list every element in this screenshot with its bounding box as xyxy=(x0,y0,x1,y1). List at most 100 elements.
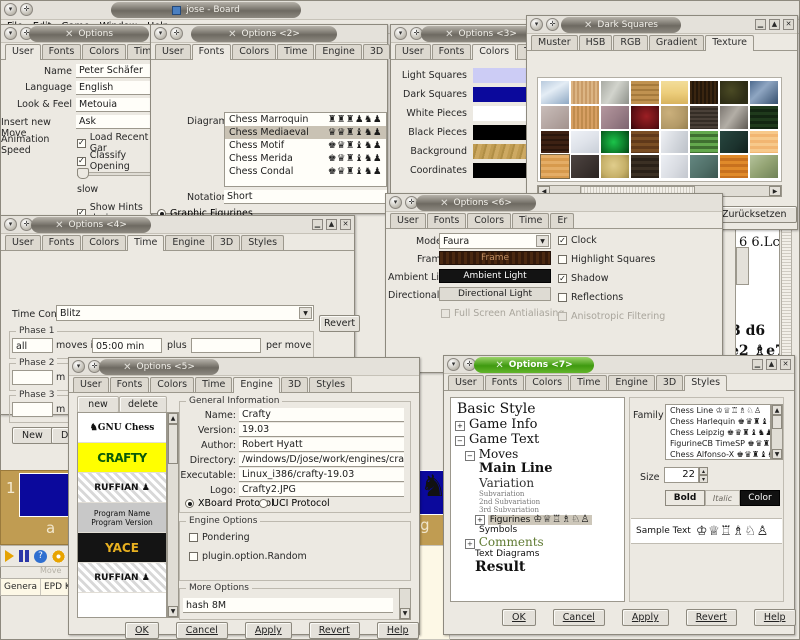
window-menu-icon[interactable]: ▾ xyxy=(4,3,17,16)
tree-node[interactable]: Variation xyxy=(453,476,622,490)
texture-swatch[interactable] xyxy=(660,130,689,154)
more-options-scrollbar[interactable]: ▼ xyxy=(399,588,411,620)
minimize-icon[interactable]: ▁ xyxy=(752,359,763,370)
options-styles-buttons[interactable]: OK Cancel Apply Revert Help xyxy=(502,609,796,626)
pondering-checkbox[interactable]: Pondering xyxy=(189,532,250,543)
engine-executable-field[interactable]: Linux_i386/crafty-19.03 xyxy=(239,468,404,482)
tree-node[interactable]: + Comments xyxy=(453,535,622,549)
black-pieces-swatch[interactable] xyxy=(473,125,533,140)
bold-button[interactable]: Bold xyxy=(665,490,705,506)
color-row[interactable]: Coordinates xyxy=(391,161,537,180)
tab-3d[interactable]: 3D xyxy=(212,235,241,250)
engine-scroll-thumb[interactable] xyxy=(168,424,178,464)
engine-name-field[interactable]: Crafty xyxy=(239,408,404,422)
list-item[interactable]: Chess Mediaeval ♛♛♜♝♞♟ xyxy=(225,126,386,139)
texture-swatch[interactable] xyxy=(690,105,719,129)
size-spinner[interactable]: 22 xyxy=(664,467,699,483)
texture-swatch[interactable] xyxy=(660,105,689,129)
scroll-up-icon[interactable]: ▲ xyxy=(772,405,782,415)
options-3d-window[interactable]: ▾ ✛ ✕ Options <6> User Fonts Colors Time… xyxy=(385,193,723,373)
tree-node[interactable]: + Game Info xyxy=(453,417,622,432)
list-item[interactable]: Chess Condal ♚♛♜♝♞♟ xyxy=(225,165,386,178)
color-row[interactable]: Light Squares xyxy=(391,66,537,85)
options-engine-tabs[interactable]: User Fonts Colors Time Engine 3D Styles xyxy=(69,376,419,393)
list-item[interactable]: Program Name Program Version xyxy=(78,503,166,533)
tab-user[interactable]: User xyxy=(448,375,484,390)
size-spinner-buttons[interactable]: ▴ ▾ xyxy=(699,467,708,483)
tab-time[interactable]: Time xyxy=(570,375,608,390)
dark-squares-tabs[interactable]: Muster HSB RGB Gradient Texture xyxy=(527,34,797,51)
tab-styles[interactable]: Styles xyxy=(684,375,728,391)
tab-time[interactable]: Time xyxy=(127,235,165,251)
texture-grid[interactable] xyxy=(537,77,782,182)
list-item[interactable]: Chess Leipzig ♚♛♜♝♞♟ xyxy=(666,427,770,438)
tree-node[interactable]: Text Diagrams xyxy=(453,549,622,559)
tab-colors[interactable]: Colors xyxy=(150,377,195,392)
texture-swatch[interactable] xyxy=(750,155,778,178)
tab-engine[interactable]: Engine xyxy=(165,235,212,250)
revert-button[interactable]: Revert xyxy=(308,622,360,639)
scroll-up-icon[interactable]: ▲ xyxy=(168,413,178,424)
engine-list[interactable]: ♞GNU Chess CRAFTY RUFFIAN ♟ Program Name… xyxy=(77,412,167,618)
options-user-titlebar[interactable]: ▾ ✛ ✕ Options xyxy=(1,25,151,43)
zuruecksetzen-button[interactable]: Zurücksetzen xyxy=(711,206,797,223)
texture-swatch[interactable] xyxy=(570,155,599,178)
board-dark-square[interactable] xyxy=(19,473,71,517)
dark-squares-titlebar-buttons[interactable]: ▾ ✛ xyxy=(530,18,559,31)
phase-1-moves-field[interactable]: all xyxy=(12,338,53,353)
tree-node[interactable]: − Game Text xyxy=(453,432,622,447)
tree-node[interactable]: 3rd Subvariation xyxy=(453,506,622,514)
tab-user[interactable]: User xyxy=(390,213,426,228)
options-engine-window[interactable]: ▾ ✛ ✕ Options <5> User Fonts Colors Time… xyxy=(68,357,420,639)
list-item[interactable]: Chess Motif ♚♛♜♝♞♟ xyxy=(225,139,386,152)
options-styles-titlebar[interactable]: ▾ ✛ ✕ Options <7> ▁ ▲ ✕ xyxy=(444,356,794,374)
tab-time[interactable]: Time xyxy=(512,213,550,228)
options-fonts-tabs[interactable]: User Fonts Colors Time Engine 3D Styles xyxy=(151,43,435,60)
tree-node[interactable]: Result xyxy=(453,559,622,575)
texture-swatch[interactable] xyxy=(690,81,719,104)
tab-colors[interactable]: Colors xyxy=(472,44,517,60)
more-options-field[interactable]: hash 8M xyxy=(183,598,393,613)
tab-user[interactable]: User xyxy=(5,235,41,250)
maximize-icon[interactable]: ▲ xyxy=(766,359,777,370)
ok-button[interactable]: OK xyxy=(502,609,536,626)
scroll-down-icon[interactable]: ▼ xyxy=(400,608,410,619)
family-list-scrollbar[interactable]: ▲ ▼ xyxy=(771,404,783,460)
delete-engine-button[interactable]: delete xyxy=(119,396,167,413)
tab-fonts[interactable]: Fonts xyxy=(431,44,472,59)
ok-button[interactable]: OK xyxy=(125,622,159,639)
italic-button[interactable]: Italic xyxy=(705,490,740,506)
texture-swatch[interactable] xyxy=(541,130,569,154)
options-engine-buttons[interactable]: OK Cancel Apply Revert Help xyxy=(125,622,419,639)
spinner-up-icon[interactable]: ▴ xyxy=(699,467,708,475)
options-user-tabs[interactable]: User Fonts Colors Time Er xyxy=(1,43,190,60)
frame-swatch[interactable]: Frame xyxy=(439,251,551,265)
window-menu-icon[interactable]: ▾ xyxy=(4,218,17,231)
play-icon[interactable] xyxy=(5,550,14,562)
tree-node[interactable]: Main Line xyxy=(453,461,622,476)
spinner-down-icon[interactable]: ▾ xyxy=(699,475,708,483)
window-menu-icon[interactable]: ▾ xyxy=(530,18,543,31)
uci-protocol-radio[interactable]: UCI Protocol xyxy=(259,498,330,509)
tab-gradient[interactable]: Gradient xyxy=(648,35,705,50)
options-time-window-buttons[interactable]: ▁ ▲ ✕ xyxy=(312,219,351,230)
list-item[interactable]: Chess Harlequin ♚♛♜♝♞♟ xyxy=(666,416,770,427)
phase-3-moves-field[interactable] xyxy=(12,402,53,417)
chevron-down-icon[interactable]: ▼ xyxy=(536,235,549,247)
tree-node[interactable]: Subvariation xyxy=(453,490,622,498)
texture-swatch[interactable] xyxy=(630,105,659,129)
minimize-icon[interactable]: ▁ xyxy=(755,19,766,30)
tab-colors[interactable]: Colors xyxy=(467,213,512,228)
texture-swatch[interactable] xyxy=(720,155,749,178)
texture-swatch[interactable] xyxy=(600,81,629,104)
texture-swatch[interactable] xyxy=(690,155,719,178)
texture-swatch[interactable] xyxy=(720,105,749,129)
board-toolbar[interactable]: ? xyxy=(0,545,72,567)
tab-user[interactable]: User xyxy=(5,44,41,60)
texture-swatch[interactable] xyxy=(720,130,749,154)
window-menu-icon[interactable]: ▾ xyxy=(72,360,85,373)
tab-engine[interactable]: Engine xyxy=(608,375,655,390)
tab-time[interactable]: Time xyxy=(195,377,233,392)
texture-swatch[interactable] xyxy=(630,130,659,154)
texture-swatch[interactable] xyxy=(630,155,659,178)
